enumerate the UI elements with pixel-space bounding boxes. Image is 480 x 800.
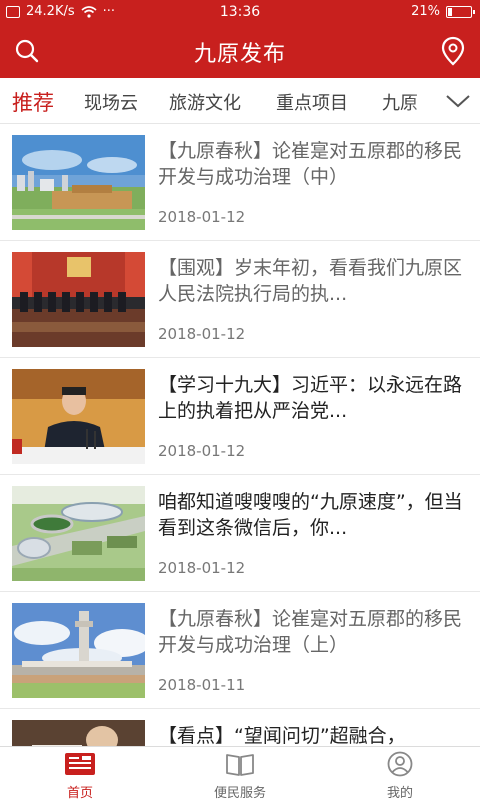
article-date: 2018-01-11 [158, 676, 246, 694]
status-bar: 24.2K/s ··· 13:36 21% [0, 0, 480, 24]
tab-profile[interactable]: 我的 [320, 751, 480, 800]
article-title: 【看点】“望闻问切”超融合， [158, 725, 406, 746]
tab-services[interactable]: 便民服务 [160, 751, 320, 800]
meeting-hall-photo [12, 252, 145, 347]
tower-photo [12, 603, 145, 698]
app-header: 九原发布 [0, 24, 480, 78]
book-icon [226, 754, 254, 776]
tab-label: 我的 [386, 786, 413, 800]
tab-label: 首页 [66, 786, 93, 800]
article-title: 【围观】岁末年初，看看我们九原区人民法院执行局的执... [158, 257, 463, 305]
tab-tourism-culture[interactable]: 旅游文化 [169, 89, 241, 115]
article-date: 2018-01-12 [158, 208, 246, 226]
home-newspaper-icon [65, 753, 95, 775]
city-skyline-photo [12, 135, 145, 230]
article-title: 【学习十九大】习近平：以永远在路上的执着把从严治党... [158, 374, 463, 422]
list-item[interactable]: 【九原春秋】论崔寔对五原郡的移民开发与成功治理（中） 2018-01-12 [0, 124, 480, 241]
article-title: 咱都知道嗖嗖嗖的“九原速度”，但当看到这条微信后，你... [158, 491, 463, 539]
tab-live-cloud[interactable]: 现场云 [84, 89, 138, 115]
list-item[interactable]: 【围观】岁末年初，看看我们九原区人民法院执行局的执... 2018-01-12 [0, 241, 480, 358]
tab-label: 便民服务 [213, 786, 266, 800]
user-icon [387, 751, 413, 777]
article-date: 2018-01-12 [158, 325, 246, 343]
list-item[interactable]: 【看点】“望闻问切”超融合， [0, 709, 480, 746]
article-date: 2018-01-12 [158, 559, 246, 577]
list-item[interactable]: 【九原春秋】论崔寔对五原郡的移民开发与成功治理（上） 2018-01-11 [0, 592, 480, 709]
speaker-photo [12, 369, 145, 464]
stadium-aerial-photo [12, 486, 145, 581]
battery-icon [446, 5, 475, 18]
article-list: 【九原春秋】论崔寔对五原郡的移民开发与成功治理（中） 2018-01-12 【围… [0, 124, 480, 746]
list-item[interactable]: 【学习十九大】习近平：以永远在路上的执着把从严治党... 2018-01-12 [0, 358, 480, 475]
list-item[interactable]: 咱都知道嗖嗖嗖的“九原速度”，但当看到这条微信后，你... 2018-01-12 [0, 475, 480, 592]
tab-fade [410, 78, 440, 123]
location-pin-icon[interactable] [438, 35, 468, 67]
clock: 13:36 [219, 4, 261, 20]
article-title: 【九原春秋】论崔寔对五原郡的移民开发与成功治理（上） [158, 608, 463, 656]
tab-recommend[interactable]: 推荐 [12, 87, 54, 117]
chevron-down-icon[interactable] [444, 90, 472, 112]
category-tabs: 推荐 现场云 旅游文化 重点项目 九原 [0, 78, 480, 124]
battery-percent: 21% [411, 4, 440, 19]
article-date: 2018-01-12 [158, 442, 246, 460]
bottom-tab-bar: 首页 便民服务 我的 [0, 746, 480, 800]
tab-home[interactable]: 首页 [0, 751, 160, 800]
tab-key-projects[interactable]: 重点项目 [276, 89, 348, 115]
page-title: 九原发布 [193, 42, 286, 67]
clinic-photo [12, 720, 145, 746]
article-title: 【九原春秋】论崔寔对五原郡的移民开发与成功治理（中） [158, 140, 463, 188]
